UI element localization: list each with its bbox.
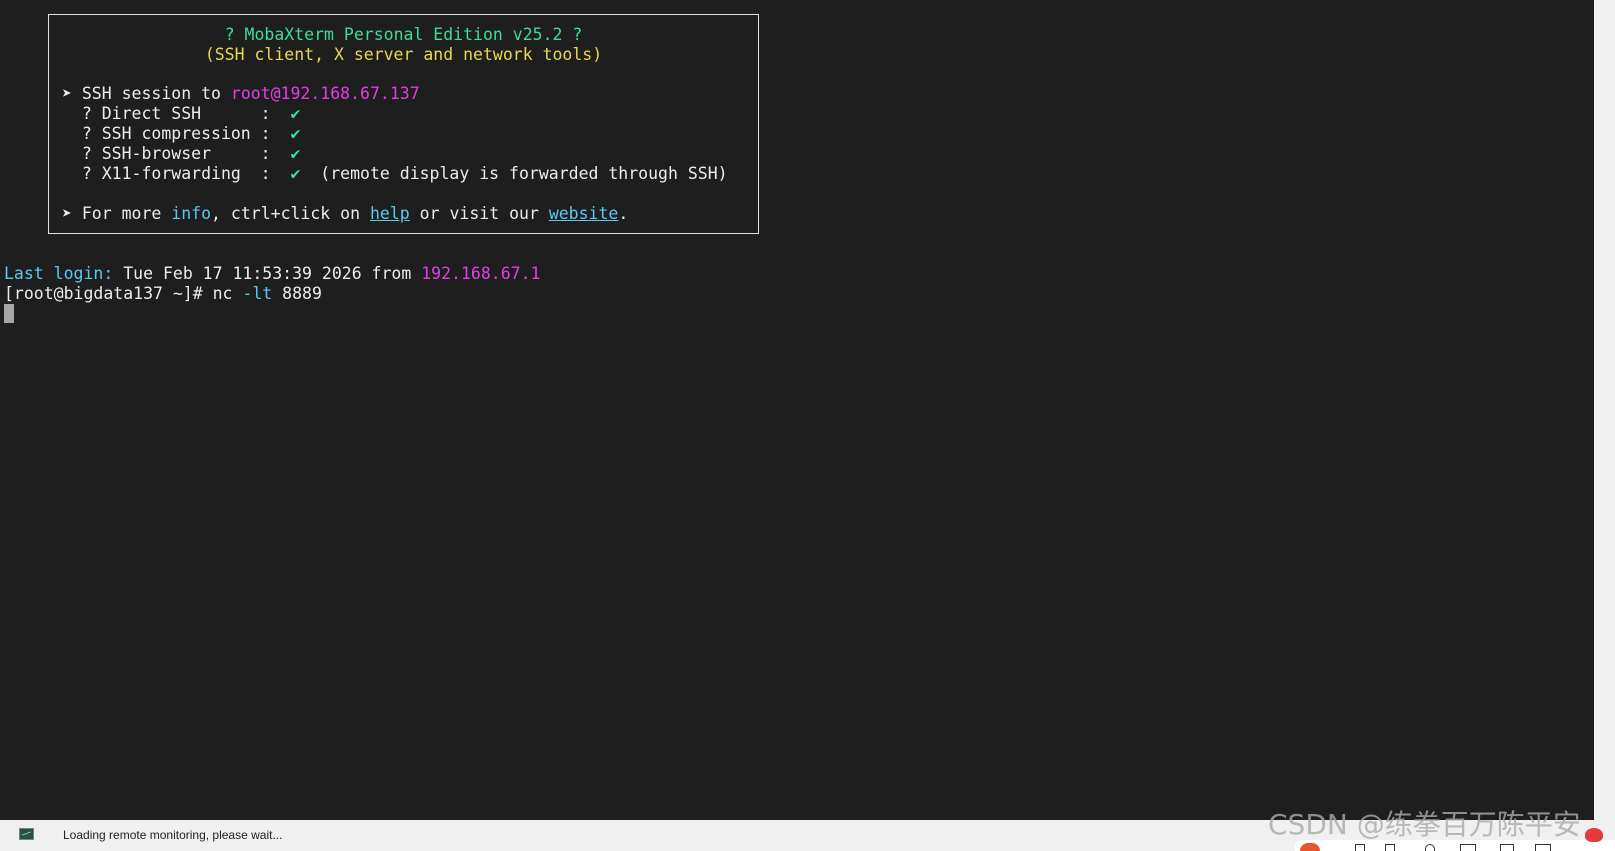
last-login-line: Last login: Tue Feb 17 11:53:39 2026 fro… xyxy=(4,264,540,284)
terminal-cursor xyxy=(4,304,14,323)
status-text: Loading remote monitoring, please wait..… xyxy=(63,828,283,842)
tray-icon[interactable] xyxy=(1500,844,1514,851)
feature-label: ? X11-forwarding : xyxy=(62,164,291,183)
session-prefix: ➤ SSH session to xyxy=(62,84,231,103)
help-link[interactable]: help xyxy=(370,204,410,223)
session-host: root@192.168.67.137 xyxy=(230,84,420,103)
feature-label: ? SSH compression : xyxy=(62,124,291,143)
website-link[interactable]: website xyxy=(549,204,619,223)
more-info-line: ➤ For more info, ctrl+click on help or v… xyxy=(62,204,628,224)
banner-subtitle: (SSH client, X server and network tools) xyxy=(204,45,603,64)
last-login-ip: 192.168.67.1 xyxy=(421,264,541,283)
more-end: . xyxy=(618,204,629,223)
vertical-scrollbar[interactable] xyxy=(1594,0,1615,820)
feature-direct-ssh: ? Direct SSH : ✔ xyxy=(62,104,301,124)
tray-icon[interactable] xyxy=(1460,844,1476,851)
ssh-session-line: ➤ SSH session to root@192.168.67.137 xyxy=(62,84,420,104)
info-text: info xyxy=(171,204,212,223)
last-login-label: Last login: xyxy=(4,264,114,283)
command-line: [root@bigdata137 ~]# nc -lt 8889 xyxy=(4,284,322,304)
monitor-icon xyxy=(19,828,34,840)
last-login-value: Tue Feb 17 11:53:39 2026 from xyxy=(113,264,422,283)
feature-x11-forwarding: ? X11-forwarding : ✔ (remote display is … xyxy=(62,164,728,184)
welcome-banner: ? MobaXterm Personal Edition v25.2 ? (SS… xyxy=(48,14,759,234)
tray-icon[interactable] xyxy=(1425,844,1435,851)
more-mid1: , ctrl+click on xyxy=(211,204,370,223)
notification-badge-icon xyxy=(1585,828,1603,842)
command-arg: 8889 xyxy=(272,284,322,303)
feature-label: ? Direct SSH : xyxy=(62,104,291,123)
mobaxterm-window: ? MobaXterm Personal Edition v25.2 ? (SS… xyxy=(0,0,1615,851)
feature-ssh-browser: ? SSH-browser : ✔ xyxy=(62,144,301,164)
terminal-pane[interactable]: ? MobaXterm Personal Edition v25.2 ? (SS… xyxy=(0,0,1594,820)
check-icon: ✔ xyxy=(290,144,301,163)
tray-icon[interactable] xyxy=(1355,844,1365,851)
tray-icon[interactable] xyxy=(1535,844,1551,851)
more-mid2: or visit our xyxy=(409,204,549,223)
check-icon: ✔ xyxy=(290,104,301,123)
feature-note: (remote display is forwarded through SSH… xyxy=(300,164,728,183)
tray-icon[interactable] xyxy=(1385,844,1395,851)
watermark: CSDN @练拳百万陈平安 xyxy=(1268,808,1581,841)
more-prefix: ➤ For more xyxy=(62,204,172,223)
csdn-logo-icon xyxy=(1300,843,1320,851)
command-name: nc xyxy=(212,284,233,303)
check-icon: ✔ xyxy=(290,124,301,143)
feature-label: ? SSH-browser : xyxy=(62,144,291,163)
banner-title: ? MobaXterm Personal Edition v25.2 ? xyxy=(224,25,583,44)
check-icon: ✔ xyxy=(290,164,301,183)
shell-prompt: [root@bigdata137 ~]# xyxy=(4,284,213,303)
feature-ssh-compression: ? SSH compression : ✔ xyxy=(62,124,301,144)
command-flag: -lt xyxy=(232,284,273,303)
